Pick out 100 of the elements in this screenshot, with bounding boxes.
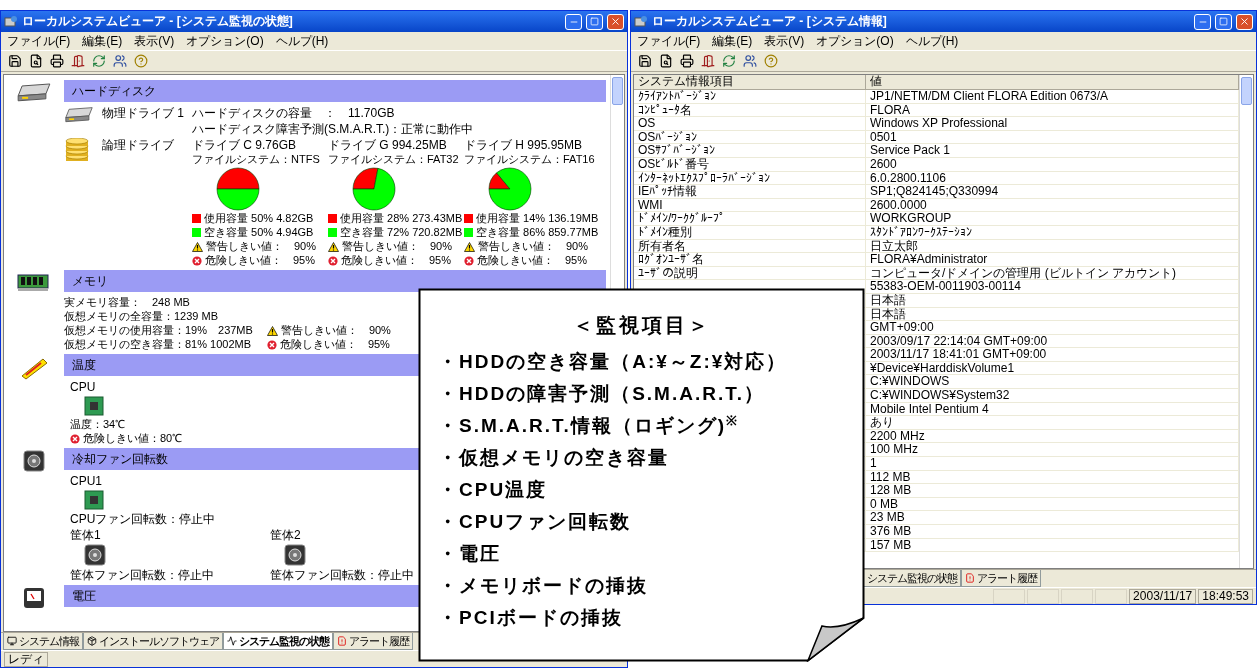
file-system-text: ファイルシステム：NTFS (192, 153, 320, 166)
pie-slice (216, 167, 260, 190)
maximize-icon (590, 17, 599, 26)
print-button[interactable] (679, 53, 695, 69)
hard-disk-icon (64, 106, 94, 123)
table-cell: Service Pack 1 (866, 144, 1239, 158)
minimize-button[interactable] (565, 13, 582, 30)
callout-item: ・電圧 (438, 542, 501, 566)
menu-item[interactable]: 表示(V) (134, 32, 175, 50)
tab[interactable]: システム監視の状態 (863, 570, 961, 587)
legend-text: 使用容量 14% 136.19MB (476, 212, 599, 225)
drive-title: ドライブ H 995.95MB (464, 138, 583, 152)
table-cell: 6.0.2800.1106 (866, 171, 1239, 185)
status-text: レディ (4, 651, 48, 667)
table-cell: OS (634, 117, 866, 131)
table-cell: ﾄﾞﾒｲﾝ/ﾜｰｸｸﾞﾙｰﾌﾟ (634, 212, 866, 226)
help-button[interactable] (133, 53, 149, 69)
save-button[interactable] (637, 53, 653, 69)
close-icon (1239, 16, 1250, 27)
memory-text: 仮想メモリの空き容量：81% 1002MB (64, 338, 252, 351)
tab[interactable]: アラート履歴 (333, 633, 413, 650)
status-pane (993, 588, 1026, 604)
temperature-text: 温度：34℃ (70, 418, 126, 431)
drive-label: 論理ドライブ (102, 138, 175, 152)
users-button[interactable] (112, 53, 128, 69)
scroll-thumb[interactable] (1241, 77, 1252, 105)
table-cell: ﾄﾞﾒｲﾝ種別 (634, 225, 866, 239)
callout-item: ・S.M.A.R.T.情報（ロギング)$^{※}$ (438, 411, 740, 438)
legend-text: 空き容量 72% 720.82MB (340, 226, 463, 239)
fan-icon (23, 450, 45, 472)
device-label: CPU1 (70, 474, 102, 488)
table-cell: C:¥WINDOWS (866, 375, 1239, 389)
exit-button[interactable] (70, 53, 86, 69)
threshold-text: 警告しきい値： 90% (342, 240, 453, 253)
table-cell: OSﾊﾞｰｼﾞｮﾝ (634, 130, 866, 144)
app-icon (4, 14, 18, 29)
table-cell: 2200 MHz (866, 429, 1239, 443)
close-button[interactable] (607, 13, 624, 30)
save-button[interactable] (7, 53, 23, 69)
table-cell: 1 (866, 457, 1239, 471)
maximize-button[interactable] (586, 13, 603, 30)
table-cell: OSｻﾌﾞﾊﾞｰｼﾞｮﾝ (634, 144, 866, 158)
callout-item: ・CPU温度 (438, 478, 548, 502)
menu-item[interactable]: 表示(V) (764, 32, 805, 50)
print-button[interactable] (49, 53, 65, 69)
tab[interactable]: システム監視の状態 (223, 633, 333, 650)
table-cell: 112 MB (866, 470, 1239, 484)
users-button[interactable] (742, 53, 758, 69)
error-icon (266, 339, 277, 350)
memory-text: 実メモリ容量： 248 MB (64, 296, 190, 309)
menu-item[interactable]: ファイル(F) (7, 32, 71, 50)
preview-button[interactable] (658, 53, 674, 69)
fan-speed-text: 筐体ファン回転数：停止中 (70, 568, 214, 582)
help-button[interactable] (763, 53, 779, 69)
menu-item[interactable]: オプション(O) (816, 32, 894, 50)
package-icon (87, 636, 97, 646)
thermometer-icon (19, 356, 49, 380)
warning-icon (192, 241, 203, 252)
coin-stack-icon (64, 138, 90, 164)
case-label: 筐体2 (270, 528, 301, 542)
legend-text: 空き容量 50% 4.94GB (204, 226, 314, 239)
tab[interactable]: アラート履歴 (961, 570, 1041, 587)
preview-button[interactable] (28, 53, 44, 69)
window-title: ローカルシステムビューア - [システム監視の状態] (22, 13, 294, 30)
menu-item[interactable]: オプション(O) (186, 32, 264, 50)
table-cell: 376 MB (866, 525, 1239, 538)
maximize-button[interactable] (1215, 13, 1232, 30)
error-icon (328, 255, 338, 266)
menu-item[interactable]: ファイル(F) (637, 32, 701, 50)
error-icon (192, 255, 202, 266)
refresh-button[interactable] (91, 53, 107, 69)
app-icon (634, 14, 648, 29)
cpu-chip-icon (84, 396, 104, 416)
table-cell: FLORA (866, 103, 1239, 117)
refresh-button[interactable] (721, 53, 737, 69)
menu-item[interactable]: 編集(E) (82, 32, 123, 50)
column-header[interactable]: 値 (866, 75, 1239, 89)
voltmeter-icon (23, 587, 45, 609)
tab[interactable]: インストールソフトウェア (83, 633, 223, 650)
warning-icon (464, 241, 475, 252)
scroll-thumb[interactable] (612, 77, 623, 105)
menu-item[interactable]: ヘルプ(H) (905, 32, 959, 50)
table-cell: WORKGROUP (866, 212, 1239, 226)
table-cell: WMI (634, 198, 866, 212)
column-header[interactable]: システム情報項目 (634, 75, 866, 89)
table-cell: ｲﾝﾀｰﾈｯﾄｴｸｽﾌﾟﾛｰﾗﾊﾞｰｼﾞｮﾝ (634, 171, 866, 185)
close-button[interactable] (1236, 13, 1253, 30)
menu-item[interactable]: ヘルプ(H) (275, 32, 329, 50)
table-cell: JP1/NETM/DM Client FLORA Edition 0673/A (866, 90, 1239, 103)
drive-title: ドライブ C 9.76GB (192, 138, 297, 152)
monitor-icon (7, 636, 17, 646)
legend-text: 使用容量 50% 4.82GB (204, 212, 314, 225)
status-pane (1027, 588, 1060, 604)
tab[interactable]: システム情報 (3, 633, 83, 650)
minimize-button[interactable] (1194, 13, 1211, 30)
exit-button[interactable] (700, 53, 716, 69)
disk-info-text: ハードディスクの容量 ： 11.70GB (192, 106, 395, 120)
menu-item[interactable]: 編集(E) (712, 32, 753, 50)
status-text: 18:49:53 (1198, 588, 1253, 604)
table-cell: ｽﾀﾝﾄﾞｱﾛﾝﾜｰｸｽﾃｰｼｮﾝ (866, 225, 1239, 239)
